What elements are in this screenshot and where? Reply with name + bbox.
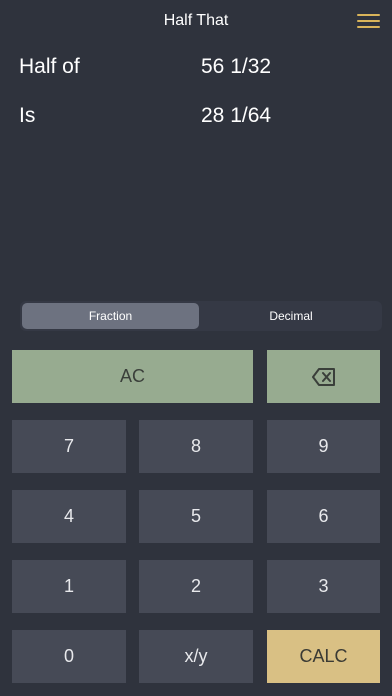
key-7[interactable]: 7 [12,420,126,473]
calc-button[interactable]: CALC [267,630,380,683]
hamburger-menu-icon[interactable] [357,14,380,30]
backspace-icon [311,368,335,387]
key-3[interactable]: 3 [267,560,380,613]
key-6[interactable]: 6 [267,490,380,543]
half-of-label: Half of [19,55,80,78]
is-value: 28 1/64 [201,104,272,127]
key-9[interactable]: 9 [267,420,380,473]
fraction-tab[interactable]: Fraction [22,303,199,329]
clear-button[interactable]: AC [12,350,253,403]
key-5[interactable]: 5 [139,490,253,543]
decimal-tab[interactable]: Decimal [202,303,380,329]
key-2[interactable]: 2 [139,560,253,613]
key-0[interactable]: 0 [12,630,126,683]
key-1[interactable]: 1 [12,560,126,613]
fraction-key[interactable]: x/y [139,630,253,683]
page-title: Half That [163,12,229,29]
half-of-value: 56 1/32 [201,55,272,78]
mode-segmented-control: Fraction Decimal [20,301,382,331]
key-8[interactable]: 8 [139,420,253,473]
is-label: Is [19,104,36,127]
backspace-button[interactable] [267,350,380,403]
key-4[interactable]: 4 [12,490,126,543]
